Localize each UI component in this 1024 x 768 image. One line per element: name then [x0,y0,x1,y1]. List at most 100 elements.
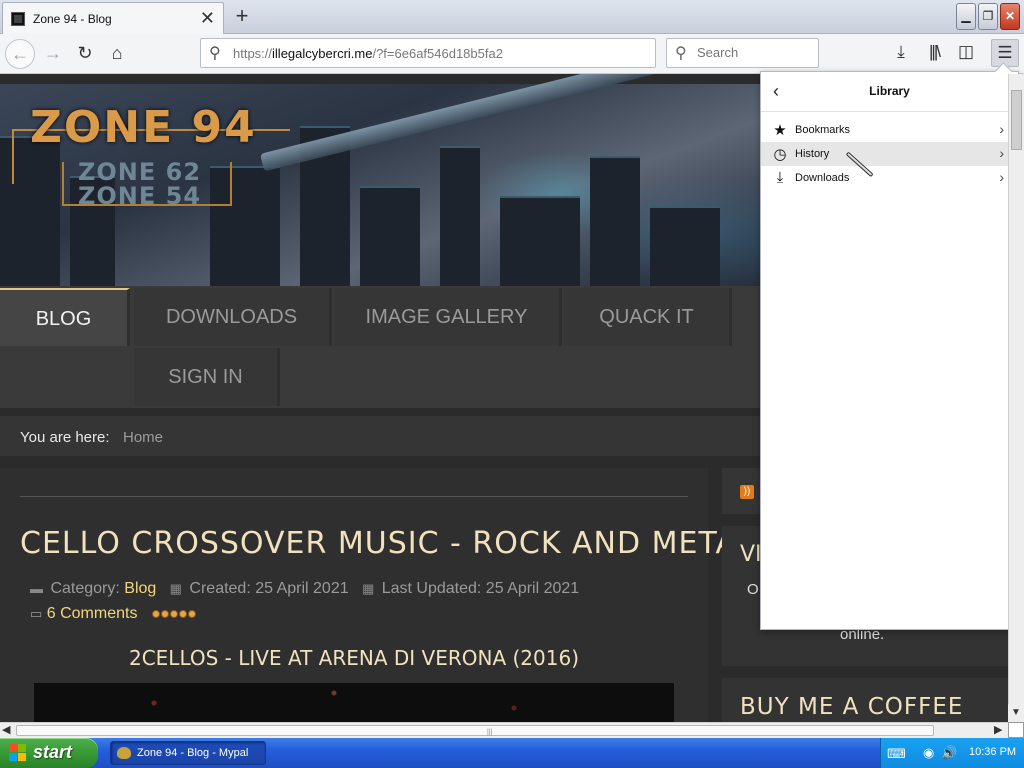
windows-logo-icon [9,744,27,762]
banner-building [360,186,420,286]
back-button[interactable]: ← [5,39,35,69]
article: CELLO CROSSOVER MUSIC - ROCK AND METAL ▬… [0,468,754,722]
volume-icon[interactable]: 🔊 [941,745,957,761]
library-panel: ‹ Library ★ Bookmarks › ◷ History › ⤓ Do… [760,71,1019,630]
url-bar[interactable]: ⚲ https://illegalcybercri.me/?f=6e6af546… [200,38,656,68]
banner-building [440,146,480,286]
tab-close-icon[interactable]: ✕ [200,8,215,28]
url-text[interactable]: https://illegalcybercri.me/?f=6e6af546d1… [233,46,503,61]
horizontal-scrollbar[interactable]: ◀ ||| ▶ [0,722,1008,738]
library-item-bookmarks[interactable]: ★ Bookmarks › [761,118,1018,142]
start-label: start [33,742,73,762]
article-comments: ▭ 6 Comments [30,605,197,623]
logo-subtitle-2: ZONE 54 [78,182,202,210]
site-logo[interactable]: ZONE 94 [30,102,257,153]
sidebar-icon[interactable]: ◫ [954,42,978,62]
scrollbar-grip-icon: ||| [487,729,493,736]
network-icon[interactable]: ◉ [923,745,934,761]
nav-item-quack-it[interactable]: QUACK IT [564,288,732,346]
article-title[interactable]: CELLO CROSSOVER MUSIC - ROCK AND METAL [20,526,755,561]
rating-star[interactable] [160,610,169,618]
nav-item-downloads[interactable]: DOWNLOADS [134,288,332,346]
url-domain: illegalcybercri.me [272,46,373,61]
rating-star[interactable] [169,610,178,618]
visitors-text: O [747,581,759,598]
scroll-right-arrow-icon[interactable]: ▶ [994,723,1002,738]
forward-button[interactable]: → [38,39,68,69]
comment-icon: ▭ [30,606,43,622]
search-bar[interactable]: ⚲ [666,38,819,68]
windows-logo-pane [18,753,26,761]
sidebar-coffee-module: BUY ME A COFFEE [722,678,1008,722]
start-button[interactable]: start [0,738,98,768]
rating-stars[interactable] [151,605,197,623]
title-bar: Zone 94 - Blog ✕ + ▁ ❐ ✕ [0,0,1024,34]
browser-tab[interactable]: Zone 94 - Blog ✕ [2,2,224,34]
star-icon: ★ [773,122,787,139]
taskbar: start Zone 94 - Blog - Mypal ⌨ ◉ 🔊 10:36… [0,738,1024,768]
article-meta: ▬ Category: Blog ▦ Created: 25 April 202… [30,580,579,598]
comments-link[interactable]: 6 Comments [47,605,138,622]
library-title: Library [869,84,910,98]
windows-logo-pane [9,753,17,761]
windows-logo-pane [18,744,26,752]
scroll-left-arrow-icon[interactable]: ◀ [2,723,10,738]
keyboard-icon[interactable]: ⌨ [887,746,906,762]
coffee-heading: BUY ME A COFFEE [740,694,964,720]
horizontal-scrollbar-thumb[interactable]: ||| [16,725,934,736]
rating-star[interactable] [187,610,196,618]
url-path: /?f=6e6af546d18b5fa2 [372,46,503,61]
updated-date: Last Updated: 25 April 2021 [381,580,580,597]
nav-item-image-gallery[interactable]: IMAGE GALLERY [334,288,562,346]
library-item-label: Downloads [795,172,850,184]
chevron-right-icon: › [999,121,1004,137]
folder-icon: ▬ [30,581,43,596]
category-link[interactable]: Blog [124,580,156,597]
library-item-history[interactable]: ◷ History › [761,142,1018,166]
scroll-down-arrow-icon[interactable]: ▼ [1008,704,1024,722]
visitors-heading: VI [740,542,762,567]
created-date: Created: 25 April 2021 [189,580,349,597]
library-item-label: Bookmarks [795,124,851,136]
url-prefix: https:// [233,46,273,61]
nav-item-blog[interactable]: BLOG [0,288,130,346]
divider [20,496,688,497]
breadcrumb-home: Home [123,429,164,446]
search-icon: ⚲ [209,45,221,62]
category-label: Category: [50,580,120,597]
video-title: 2CELLOS - LIVE AT ARENA DI VERONA (2016) [128,646,580,670]
chevron-right-icon: › [999,145,1004,161]
calendar-icon: ▦ [169,581,182,596]
rating-star[interactable] [151,610,160,618]
clock: 10:36 PM [969,746,1017,758]
rating-star[interactable] [178,610,187,618]
reload-button[interactable]: ↻ [70,39,100,69]
site-favicon-icon [11,12,25,26]
window-minimize-button[interactable]: ▁ [956,3,976,30]
window-close-button[interactable]: ✕ [1000,3,1020,30]
hamburger-menu-icon[interactable]: ☰ [991,39,1019,67]
browser-app-icon [117,747,131,759]
search-input[interactable] [697,45,813,60]
home-button[interactable]: ⌂ [102,39,132,69]
library-header: ‹ Library [761,72,1018,112]
vertical-scrollbar-thumb[interactable] [1011,90,1022,150]
new-tab-button[interactable]: + [230,3,254,29]
search-icon: ⚲ [675,45,687,62]
video-embed[interactable] [34,683,674,722]
banner-building [650,206,720,286]
rss-icon[interactable]: )) [740,485,754,499]
library-icon[interactable]: |||\ [922,42,946,62]
downloads-icon[interactable]: ⤓ [889,42,913,62]
library-item-downloads[interactable]: ⤓ Downloads › [761,166,1018,190]
window-restore-button[interactable]: ❐ [978,3,998,30]
navigation-toolbar: ← → ↻ ⌂ ⚲ https://illegalcybercri.me/?f=… [0,34,1024,74]
library-item-label: History [795,148,830,160]
taskbar-item-browser[interactable]: Zone 94 - Blog - Mypal [110,741,266,765]
vertical-scrollbar[interactable] [1008,74,1024,722]
taskbar-item-label: Zone 94 - Blog - Mypal [137,747,249,759]
nav-item-sign-in[interactable]: SIGN IN [134,348,280,406]
download-icon: ⤓ [776,169,784,186]
banner-building [590,156,640,286]
scrollbar-corner [1008,722,1024,738]
